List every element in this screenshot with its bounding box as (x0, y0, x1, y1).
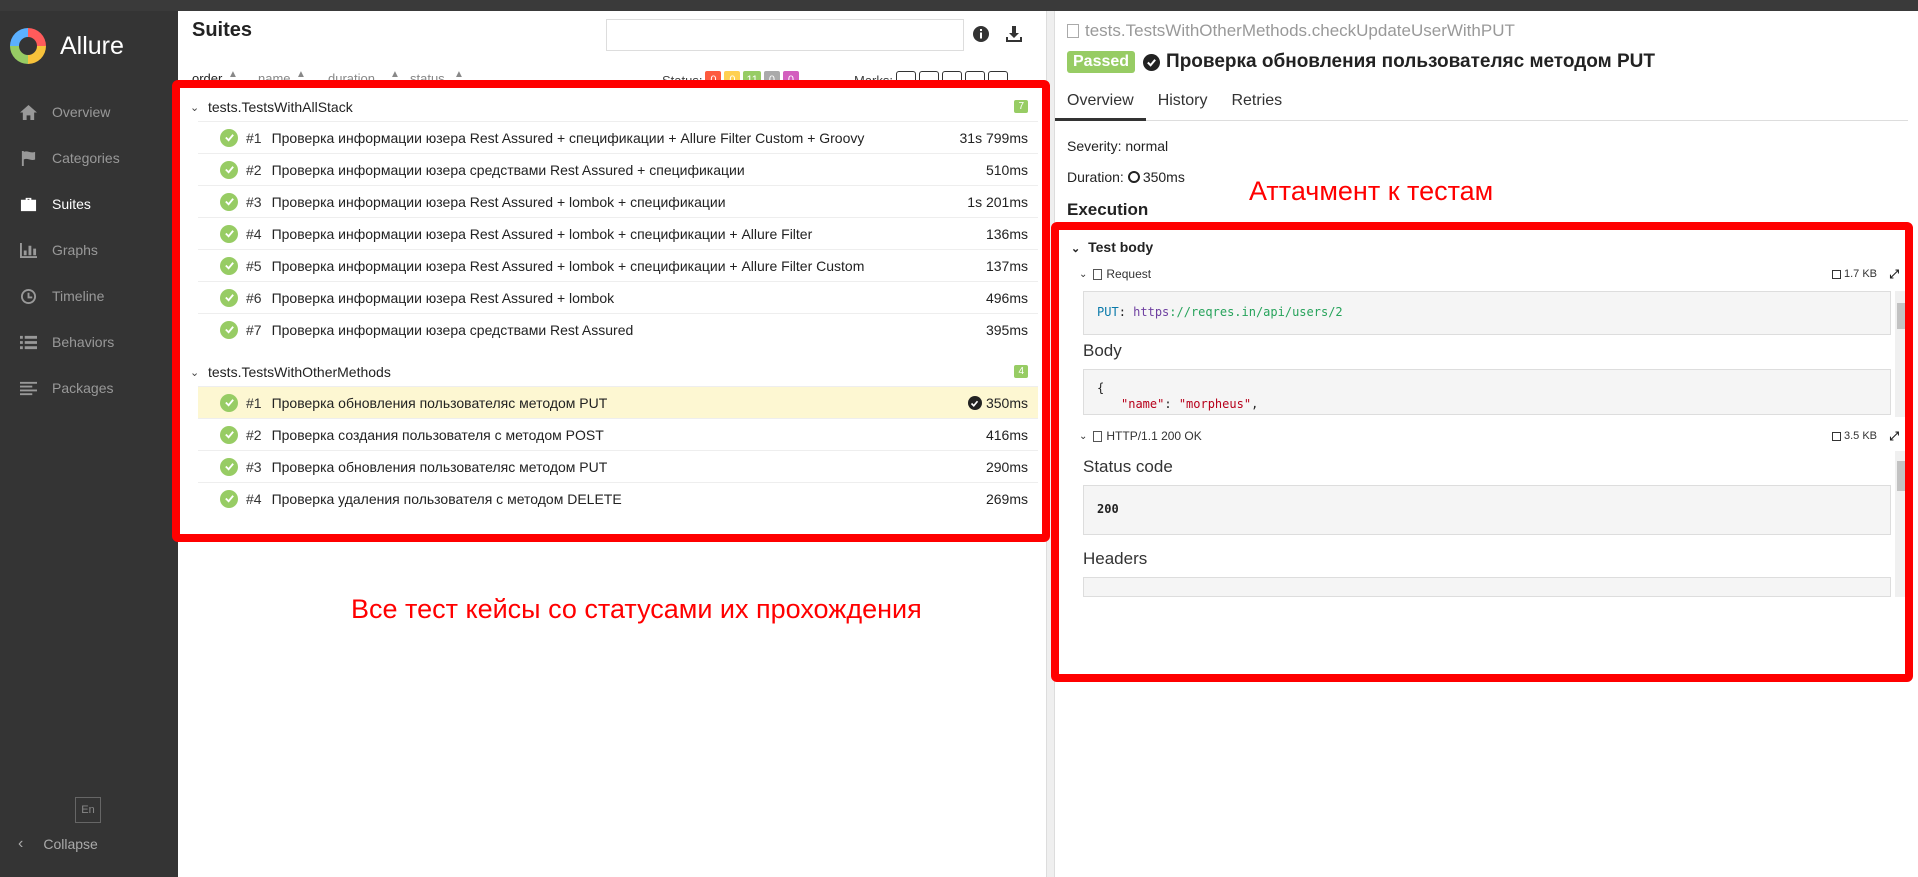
sidebar-item-label: Behaviors (52, 334, 115, 350)
allure-logo-icon (10, 28, 46, 64)
tab-history[interactable]: History (1146, 89, 1220, 121)
collapse-label: Collapse (43, 836, 98, 852)
sidebar-nav: Overview Categories Suites Graphs Timeli… (0, 89, 178, 411)
sort-status-arrow-icon: ▲ (454, 69, 464, 80)
annotation-box-suites (172, 80, 1050, 542)
browser-top-strip (0, 0, 1918, 11)
download-icon[interactable] (1004, 24, 1024, 47)
sidebar-item-label: Categories (52, 150, 120, 166)
align-left-icon (18, 379, 38, 397)
check-circle-icon (1143, 53, 1161, 71)
annotation-box-attachments (1051, 222, 1913, 682)
sidebar-item-packages[interactable]: Packages (0, 365, 178, 411)
flag-icon (18, 149, 38, 167)
list-icon (18, 333, 38, 351)
sidebar-item-overview[interactable]: Overview (0, 89, 178, 135)
sidebar-item-categories[interactable]: Categories (0, 135, 178, 181)
tab-retries[interactable]: Retries (1219, 89, 1294, 121)
test-title-text: Проверка обновления пользователяс методо… (1166, 51, 1655, 72)
copy-icon[interactable] (1067, 24, 1079, 38)
sidebar-item-graphs[interactable]: Graphs (0, 227, 178, 273)
duration-label: Duration: (1067, 169, 1124, 185)
sidebar-item-label: Suites (52, 196, 91, 212)
bar-chart-icon (18, 241, 38, 259)
test-path-text: tests.TestsWithOtherMethods.checkUpdateU… (1085, 21, 1515, 40)
test-full-path: tests.TestsWithOtherMethods.checkUpdateU… (1067, 21, 1515, 41)
home-icon (18, 103, 38, 121)
sidebar-item-label: Packages (52, 380, 114, 396)
chevron-left-icon: ‹ (18, 835, 24, 852)
sidebar-item-timeline[interactable]: Timeline (0, 273, 178, 319)
language-button[interactable]: En (75, 797, 101, 823)
clock-icon (18, 287, 38, 305)
info-icon[interactable] (972, 25, 990, 46)
sidebar-item-behaviors[interactable]: Behaviors (0, 319, 178, 365)
sidebar-item-label: Overview (52, 104, 111, 120)
brand-name: Allure (60, 31, 124, 60)
sidebar-item-label: Graphs (52, 242, 98, 258)
sidebar: Allure Overview Categories Suites Graphs… (0, 11, 178, 877)
sort-name-arrow-icon: ▲ (296, 69, 306, 80)
briefcase-icon (18, 195, 38, 213)
sidebar-item-label: Timeline (52, 288, 105, 304)
brand[interactable]: Allure (0, 11, 178, 81)
search-input[interactable] (606, 19, 964, 51)
annotation-caption-suites: Все тест кейсы со статусами их прохожден… (351, 594, 922, 624)
sort-order-arrow-icon: ▲ (228, 69, 238, 80)
clock-icon (1127, 171, 1140, 183)
severity-text: Severity: normal (1067, 138, 1169, 154)
collapse-button[interactable]: ‹ Collapse (18, 835, 98, 853)
status-badge: Passed (1067, 51, 1136, 73)
duration-row: Duration: 350ms (1067, 169, 1185, 185)
detail-tabs: Overview History Retries (1055, 89, 1908, 121)
annotation-caption-attachments: Аттачмент к тестам (1249, 176, 1494, 206)
page-title: Suites (192, 19, 253, 41)
tab-overview[interactable]: Overview (1055, 89, 1146, 121)
sort-duration-arrow-icon: ▲ (390, 69, 400, 80)
execution-heading: Execution (1067, 200, 1149, 219)
duration-value: 350ms (1142, 169, 1185, 185)
sidebar-item-suites[interactable]: Suites (0, 181, 178, 227)
test-title: Passed Проверка обновления пользователяс… (1067, 51, 1655, 73)
